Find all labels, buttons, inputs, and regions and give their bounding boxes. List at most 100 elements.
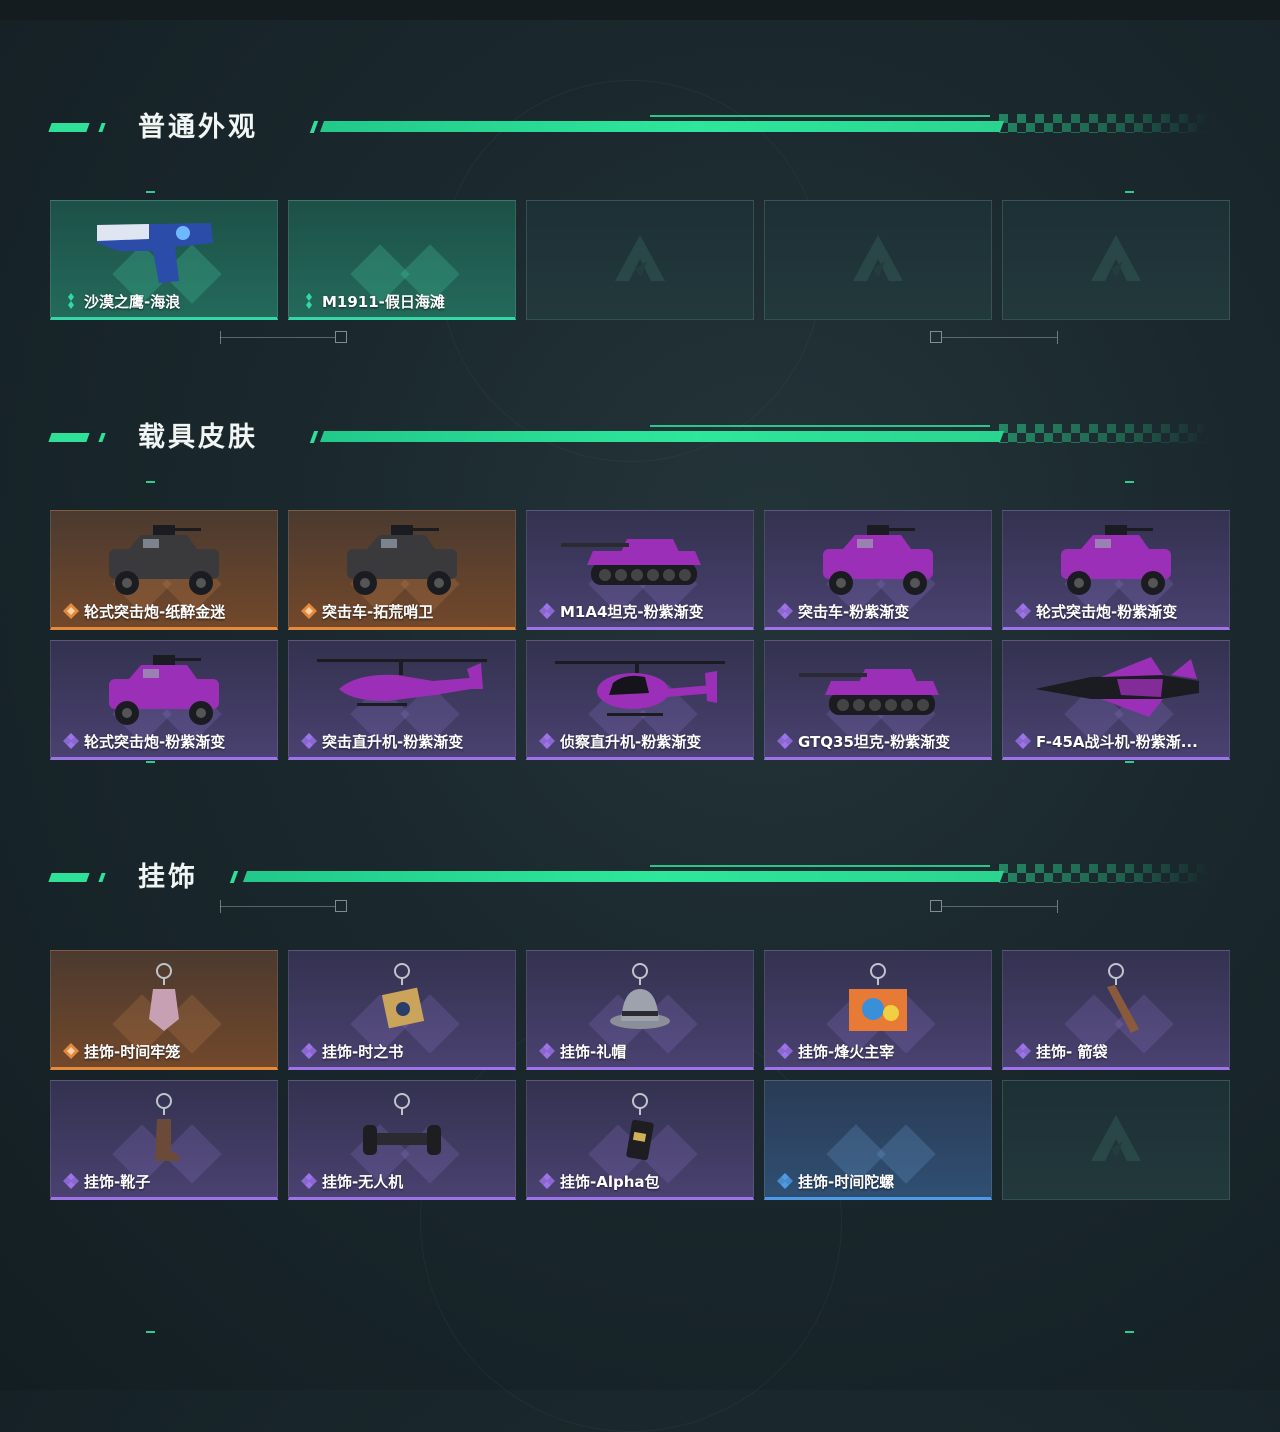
item-card[interactable]: 轮式突击炮-粉紫渐变 (50, 640, 278, 760)
purple-quality-icon (539, 1173, 555, 1189)
empty-slot (1002, 1080, 1230, 1200)
item-label: 轮式突击炮-粉紫渐变 (1036, 603, 1178, 621)
item-label: 挂饰-Alpha包 (560, 1173, 660, 1191)
header-thin-line (650, 865, 990, 867)
item-card[interactable]: 突击车-粉紫渐变 (764, 510, 992, 630)
item-card[interactable]: 挂饰- 箭袋 (1002, 950, 1230, 1070)
item-label: 挂饰- 箭袋 (1036, 1043, 1108, 1061)
item-label: M1A4坦克-粉紫渐变 (560, 603, 704, 621)
hat-charm-icon (555, 959, 725, 1045)
purple-quality-icon (777, 603, 793, 619)
item-card[interactable]: 挂饰-Alpha包 (526, 1080, 754, 1200)
purple-quality-icon (1015, 733, 1031, 749)
header-checker (990, 114, 1210, 133)
header-tick (98, 433, 106, 442)
orange-quality-icon (63, 1043, 79, 1059)
purple-quality-icon (301, 733, 317, 749)
section-title: 挂饰 (138, 862, 198, 893)
section-header-vehicle: 载具皮肤 (48, 418, 1230, 458)
drone-charm-icon (317, 1089, 487, 1175)
item-card[interactable]: 挂饰-礼帽 (526, 950, 754, 1070)
corner-mark (146, 761, 155, 763)
header-dash (48, 123, 90, 132)
armored-car-icon (1031, 519, 1201, 605)
item-card[interactable]: 挂饰-烽火主宰 (764, 950, 992, 1070)
item-label: 挂饰-靴子 (84, 1173, 151, 1191)
assault-vehicle-icon (793, 519, 963, 605)
item-card[interactable]: 突击直升机-粉紫渐变 (288, 640, 516, 760)
orange-quality-icon (63, 603, 79, 619)
tank-icon (793, 649, 963, 735)
ruler-right (930, 331, 1060, 345)
item-label: GTQ35坦克-粉紫渐变 (798, 733, 951, 751)
item-card[interactable]: 挂饰-靴子 (50, 1080, 278, 1200)
item-card[interactable]: 挂饰-时之书 (288, 950, 516, 1070)
item-label: 突击车-拓荒哨卫 (322, 603, 434, 621)
orange-quality-icon (301, 603, 317, 619)
section-header-charms: 挂饰 (48, 858, 1230, 898)
item-card[interactable]: 挂饰-时间陀螺 (764, 1080, 992, 1200)
top-bar (0, 0, 1280, 20)
section-title: 载具皮肤 (138, 422, 258, 453)
corner-mark (1125, 761, 1134, 763)
item-card[interactable]: 沙漠之鹰-海浪 (50, 200, 278, 320)
corner-mark (1125, 1331, 1134, 1333)
item-card[interactable]: 挂饰-无人机 (288, 1080, 516, 1200)
header-tick (98, 873, 106, 882)
item-label: 挂饰-时间牢笼 (84, 1043, 181, 1061)
header-line (319, 121, 1005, 132)
tank-icon (555, 519, 725, 605)
purple-quality-icon (777, 1043, 793, 1059)
pistol-icon (79, 209, 249, 295)
container-charm-icon (793, 959, 963, 1045)
item-label: 挂饰-无人机 (322, 1173, 404, 1191)
item-card[interactable]: 突击车-拓荒哨卫 (288, 510, 516, 630)
item-card[interactable]: M1A4坦克-粉紫渐变 (526, 510, 754, 630)
assault-vehicle-icon (317, 519, 487, 605)
logo-watermark-icon (851, 231, 905, 289)
ruler-right (930, 900, 1060, 914)
header-thin-line (650, 115, 990, 117)
item-label: F-45A战斗机-粉紫渐... (1036, 733, 1198, 751)
section-title: 普通外观 (138, 112, 258, 143)
purple-quality-icon (301, 1173, 317, 1189)
item-label: 轮式突击炮-纸醉金迷 (84, 603, 226, 621)
item-label: 侦察直升机-粉紫渐变 (560, 733, 702, 751)
item-card[interactable]: 轮式突击炮-粉紫渐变 (1002, 510, 1230, 630)
green-quality-icon (301, 293, 317, 309)
corner-mark (146, 191, 155, 193)
purple-quality-icon (539, 733, 555, 749)
item-card[interactable]: F-45A战斗机-粉紫渐... (1002, 640, 1230, 760)
header-tick (98, 123, 106, 132)
corner-mark (1125, 191, 1134, 193)
item-card[interactable]: M1911-假日海滩 (288, 200, 516, 320)
corner-mark (146, 481, 155, 483)
purple-quality-icon (1015, 603, 1031, 619)
logo-watermark-icon (1089, 1111, 1143, 1169)
book-charm-icon (317, 959, 487, 1045)
cage-charm-icon (79, 959, 249, 1045)
quiver-charm-icon (1031, 959, 1201, 1045)
item-label: 挂饰-时之书 (322, 1043, 404, 1061)
armored-car-icon (79, 649, 249, 735)
scout-helicopter-icon (555, 649, 725, 735)
item-label: 挂饰-时间陀螺 (798, 1173, 895, 1191)
purple-quality-icon (301, 1043, 317, 1059)
item-label: 沙漠之鹰-海浪 (84, 293, 181, 311)
header-line-tick (309, 431, 319, 443)
green-quality-icon (63, 293, 79, 309)
header-checker (990, 424, 1210, 443)
item-card[interactable]: 轮式突击炮-纸醉金迷 (50, 510, 278, 630)
boot-charm-icon (79, 1089, 249, 1175)
item-label: 突击车-粉紫渐变 (798, 603, 910, 621)
item-label: M1911-假日海滩 (322, 293, 445, 311)
item-card[interactable]: GTQ35坦克-粉紫渐变 (764, 640, 992, 760)
purple-quality-icon (539, 603, 555, 619)
item-card[interactable]: 侦察直升机-粉紫渐变 (526, 640, 754, 760)
item-card[interactable]: 挂饰-时间牢笼 (50, 950, 278, 1070)
item-label: 挂饰-烽火主宰 (798, 1043, 895, 1061)
empty-slot (526, 200, 754, 320)
corner-mark (146, 1331, 155, 1333)
item-label: 突击直升机-粉紫渐变 (322, 733, 464, 751)
purple-quality-icon (777, 733, 793, 749)
